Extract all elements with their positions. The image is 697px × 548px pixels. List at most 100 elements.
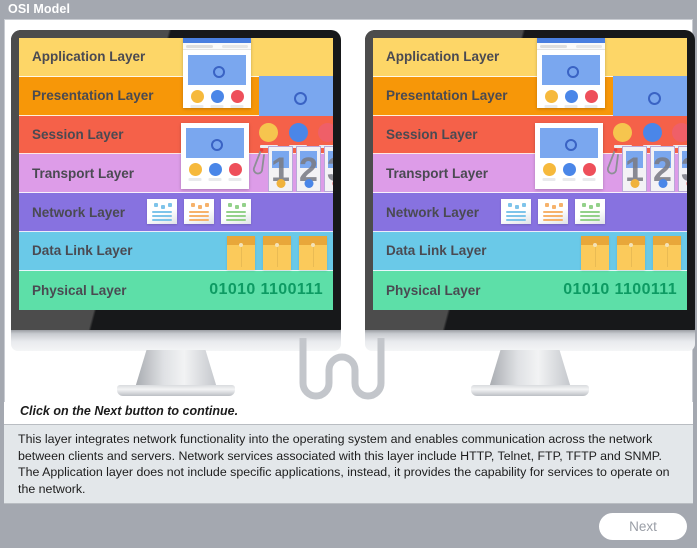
envelope-icon: [263, 235, 291, 270]
media-hero: [259, 76, 333, 116]
monitor-screen-right: Application Layer Presentation Layer Ses…: [373, 38, 687, 310]
media-dot-yellow: [259, 123, 278, 142]
osi-model-app: OSI Model Application Layer Presentation…: [0, 0, 697, 548]
frame-envelope-icons: [581, 235, 681, 270]
service-dot-blue: [208, 163, 222, 176]
layer-label: Presentation Layer: [386, 88, 508, 104]
service-dot-red: [582, 163, 596, 176]
bottom-bar: Next: [0, 505, 697, 548]
service-dot-yellow: [544, 90, 558, 103]
browser-service-dots: [535, 163, 603, 182]
layer-application[interactable]: Application Layer: [373, 38, 687, 77]
layer-label: Application Layer: [32, 49, 146, 65]
packet-doc-icon: [501, 199, 531, 225]
media-hero: [613, 76, 687, 116]
transport-segment-cards: 1 2 3: [268, 146, 333, 192]
envelope-icon: [617, 235, 645, 270]
browser-service-dots: [183, 90, 251, 109]
segment-card-2: 2: [296, 146, 321, 192]
envelope-icon: [653, 235, 681, 270]
browser-address-bar: [183, 43, 251, 50]
next-button[interactable]: Next: [599, 513, 687, 540]
segment-card-3: 3: [678, 146, 687, 192]
layer-label: Session Layer: [32, 126, 124, 142]
browser-window-illustration-top: [537, 38, 605, 108]
transport-segment-cards: 1 2 3: [622, 146, 687, 192]
layer-label: Physical Layer: [386, 282, 481, 298]
segment-card-2: 2: [650, 146, 675, 192]
media-dot-red: [672, 123, 687, 142]
envelope-icon: [227, 235, 255, 270]
layer-data-link[interactable]: Data Link Layer: [19, 231, 333, 271]
packet-doc-icon: [184, 199, 214, 225]
media-dots: [259, 123, 333, 142]
layer-physical[interactable]: Physical Layer 01010 1100111: [19, 270, 333, 310]
browser-hero-image: [540, 128, 598, 158]
paperclip-icon: [252, 148, 265, 175]
monitor-stand-left: [135, 350, 217, 388]
envelope-icon: [299, 235, 327, 270]
layer-label: Transport Layer: [32, 165, 135, 181]
binary-stream-text: 01010 1100111: [209, 281, 323, 299]
packet-doc-icon: [221, 199, 251, 225]
monitor-right: Application Layer Presentation Layer Ses…: [365, 30, 695, 400]
network-cable-icon: [299, 338, 385, 400]
paperclip-icon: [606, 148, 619, 175]
browser-window-illustration-session: [535, 123, 603, 189]
service-dot-yellow: [542, 163, 556, 176]
service-dot-red: [228, 163, 242, 176]
media-dot-red: [318, 123, 333, 142]
instruction-text: Click on the Next button to continue.: [20, 404, 239, 418]
layer-label: Network Layer: [32, 204, 126, 220]
media-dot-yellow: [613, 123, 632, 142]
service-dot-blue: [210, 90, 224, 103]
presentation-media-illustration: [613, 76, 687, 142]
media-dots: [613, 123, 687, 142]
layer-physical[interactable]: Physical Layer 01010 1100111: [373, 270, 687, 310]
monitor-neck-right: [365, 330, 695, 351]
monitor-neck-left: [11, 330, 341, 351]
envelope-icon: [581, 235, 609, 270]
layer-label: Data Link Layer: [386, 243, 487, 259]
browser-window-illustration-top: [183, 38, 251, 108]
binary-stream-text: 01010 1100111: [563, 281, 677, 299]
frame-envelope-icons: [227, 235, 327, 270]
layer-application[interactable]: Application Layer: [19, 38, 333, 77]
media-dot-blue: [288, 123, 308, 142]
title-bar: OSI Model: [0, 0, 697, 19]
service-dot-blue: [562, 163, 576, 176]
segment-card-1: 1: [268, 146, 293, 192]
media-dot-blue: [642, 123, 662, 142]
segment-card-3: 3: [324, 146, 333, 192]
service-dot-red: [584, 90, 598, 103]
network-packet-icons: [501, 199, 605, 225]
service-dot-blue: [564, 90, 578, 103]
layer-network[interactable]: Network Layer: [19, 193, 333, 232]
layer-label: Transport Layer: [386, 165, 489, 181]
browser-service-dots: [181, 163, 249, 182]
layer-label: Physical Layer: [32, 282, 127, 298]
monitor-left: Application Layer Presentation Layer Ses…: [11, 30, 341, 400]
layer-network[interactable]: Network Layer: [373, 193, 687, 232]
layer-label: Session Layer: [386, 126, 478, 142]
segment-card-1: 1: [622, 146, 647, 192]
description-text: This layer integrates network functional…: [18, 432, 670, 496]
page-title: OSI Model: [8, 2, 71, 16]
browser-address-bar: [537, 43, 605, 50]
service-dot-red: [230, 90, 244, 103]
layer-label: Application Layer: [386, 49, 500, 65]
packet-doc-icon: [538, 199, 568, 225]
description-panel: This layer integrates network functional…: [4, 424, 693, 504]
layer-label: Presentation Layer: [32, 88, 154, 104]
browser-hero-image: [542, 55, 600, 85]
monitor-screen-left: Application Layer Presentation Layer Ses…: [19, 38, 333, 310]
layer-data-link[interactable]: Data Link Layer: [373, 231, 687, 271]
monitor-stand-right: [489, 350, 571, 388]
browser-hero-image: [188, 55, 246, 85]
presentation-media-illustration: [259, 76, 333, 142]
monitor-base-right: [471, 385, 589, 396]
network-packet-icons: [147, 199, 251, 225]
browser-service-dots: [537, 90, 605, 109]
packet-doc-icon: [575, 199, 605, 225]
layer-label: Network Layer: [386, 204, 480, 220]
